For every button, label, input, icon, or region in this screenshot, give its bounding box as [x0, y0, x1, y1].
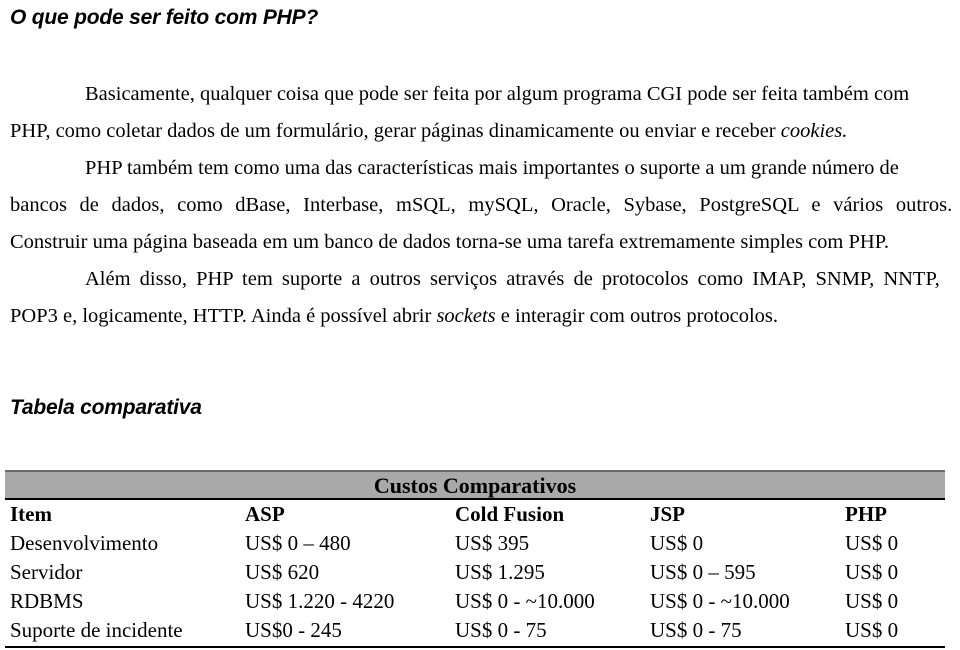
- paragraph-2-line-1: PHP também tem como uma das característi…: [85, 157, 899, 179]
- cell-jsp: US$ 0 - ~10.000: [650, 589, 790, 613]
- column-header-asp: ASP: [245, 502, 285, 526]
- page-title: O que pode ser feito com PHP?: [10, 6, 319, 29]
- cell-item: RDBMS: [10, 589, 84, 613]
- column-header-item: Item: [10, 502, 52, 526]
- table-banner-title: Custos Comparativos: [373, 473, 577, 498]
- paragraph-4-line-2-head: POP3 e, logicamente, HTTP. Ainda é possí…: [10, 305, 437, 327]
- table-row: Suporte de incidente US$0 - 245 US$ 0 - …: [5, 616, 950, 645]
- paragraph-2-line-2: bancos de dados, como dBase, Interbase, …: [10, 194, 953, 216]
- cell-item: Suporte de incidente: [10, 618, 183, 642]
- paragraph-4-line-2: POP3 e, logicamente, HTTP. Ainda é possí…: [10, 304, 778, 328]
- cell-item: Desenvolvimento: [10, 531, 159, 555]
- table-row: Desenvolvimento US$ 0 – 480 US$ 395 US$ …: [5, 529, 950, 558]
- cell-cold-fusion: US$ 0 - 75: [455, 618, 547, 642]
- cell-jsp: US$ 0 – 595: [650, 560, 756, 584]
- cell-cold-fusion: US$ 1.295: [455, 560, 545, 584]
- cell-cold-fusion: US$ 395: [455, 531, 530, 555]
- table-grid: Item ASP Cold Fusion JSP PHP Desenvolvim…: [5, 500, 950, 645]
- cell-php: US$ 0: [845, 618, 899, 642]
- table-banner: Custos Comparativos: [5, 470, 945, 498]
- paragraph-4-line-1: Além disso, PHP tem suporte a outros ser…: [85, 268, 940, 290]
- paragraph-1-line-2: PHP, como coletar dados de um formulário…: [10, 119, 847, 143]
- cell-asp: US$0 - 245: [245, 618, 342, 642]
- column-header-cold-fusion: Cold Fusion: [455, 502, 565, 526]
- table-header-row: Item ASP Cold Fusion JSP PHP: [5, 500, 950, 529]
- cell-cold-fusion: US$ 0 - ~10.000: [455, 589, 595, 613]
- document-page: O que pode ser feito com PHP? Basicament…: [0, 0, 960, 650]
- cell-php: US$ 0: [845, 589, 899, 613]
- paragraph-1-line-1: Basicamente, qualquer coisa que pode ser…: [85, 83, 910, 105]
- cell-php: US$ 0: [845, 531, 899, 555]
- comparative-table: Custos Comparativos Item ASP Cold Fusion…: [5, 470, 945, 648]
- cell-jsp: US$ 0: [650, 531, 704, 555]
- column-header-jsp: JSP: [650, 502, 686, 526]
- cell-php: US$ 0: [845, 560, 899, 584]
- paragraph-1-italic-cookies: cookies.: [780, 120, 848, 142]
- table-row: Servidor US$ 620 US$ 1.295 US$ 0 – 595 U…: [5, 558, 950, 587]
- table-section-heading: Tabela comparativa: [10, 396, 202, 419]
- paragraph-4-italic-sockets: sockets: [436, 305, 496, 327]
- cell-asp: US$ 1.220 - 4220: [245, 589, 395, 613]
- paragraph-1-line-2-text: PHP, como coletar dados de um formulário…: [10, 120, 781, 142]
- cell-jsp: US$ 0 - 75: [650, 618, 742, 642]
- cell-asp: US$ 620: [245, 560, 320, 584]
- cell-item: Servidor: [10, 560, 83, 584]
- paragraph-4-line-2-tail: e interagir com outros protocolos.: [495, 305, 779, 327]
- table-row: RDBMS US$ 1.220 - 4220 US$ 0 - ~10.000 U…: [5, 587, 950, 616]
- paragraph-3-line-1: Construir uma página baseada em um banco…: [10, 231, 889, 253]
- table-bottom-rule: [5, 646, 945, 648]
- column-header-php: PHP: [845, 502, 887, 526]
- cell-asp: US$ 0 – 480: [245, 531, 351, 555]
